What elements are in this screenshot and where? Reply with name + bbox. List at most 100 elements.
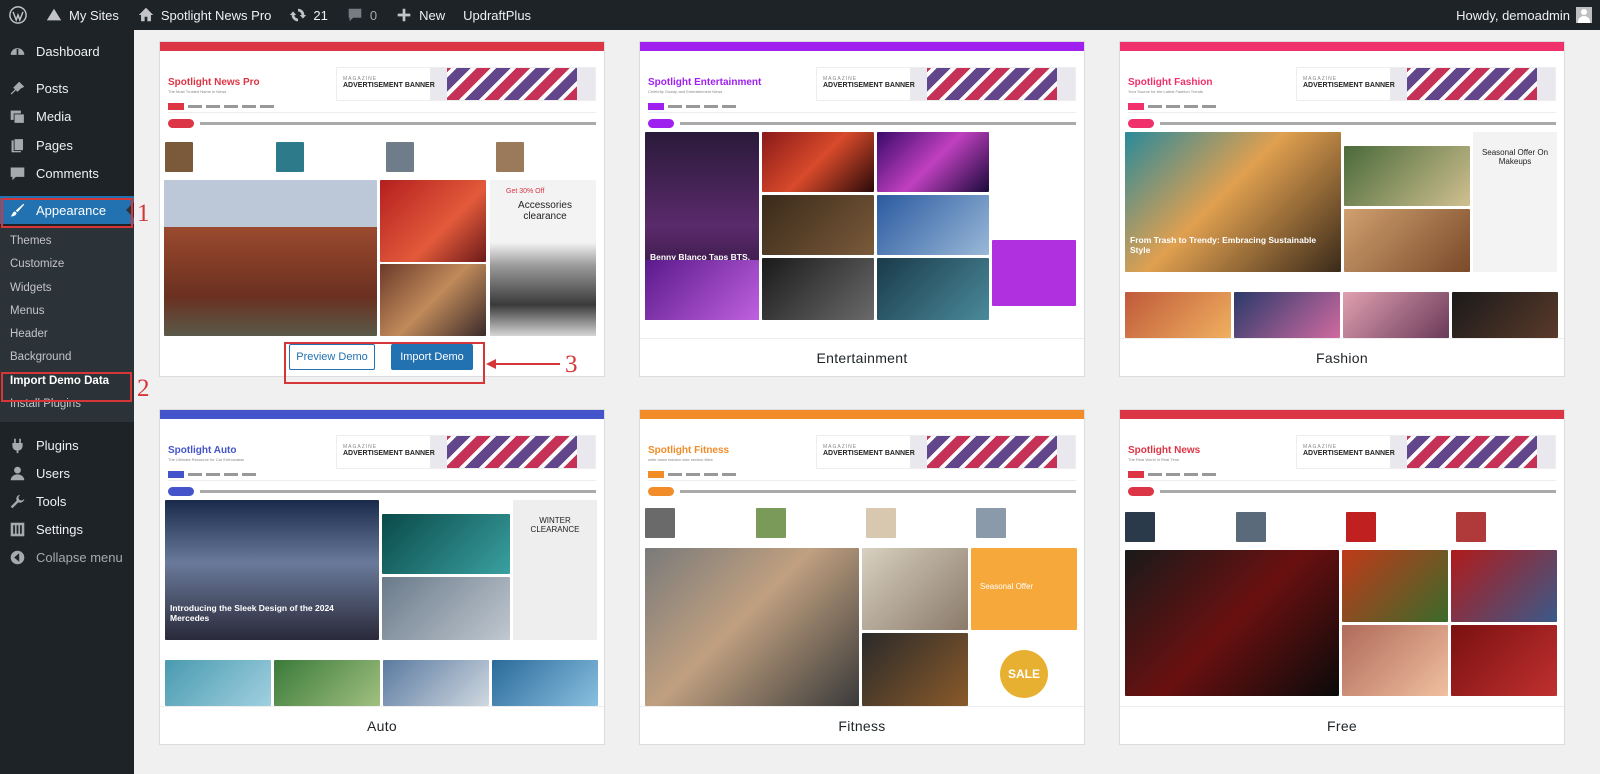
submenu-customize[interactable]: Customize xyxy=(10,255,64,273)
avatar xyxy=(1576,7,1592,23)
sidebar-item-media[interactable]: Media xyxy=(0,102,134,130)
banner-line2: ADVERTISEMENT BANNER xyxy=(1303,82,1395,89)
demo-tagline: The Ultimate Resource for Car Enthusiast… xyxy=(168,457,245,462)
sidebar-item-users[interactable]: Users xyxy=(0,459,134,487)
promo-accessories: Accessories clearance xyxy=(518,200,572,222)
demo-name-fashion: Fashion xyxy=(1120,338,1564,376)
howdy-label: Howdy, demoadmin xyxy=(1456,7,1570,23)
sidebar-label-plugins: Plugins xyxy=(36,437,79,453)
banner-line2: ADVERTISEMENT BANNER xyxy=(823,82,915,89)
new-content-menu[interactable]: New xyxy=(386,0,454,30)
submenu-menus[interactable]: Menus xyxy=(10,302,45,320)
sidebar-item-pages[interactable]: Pages xyxy=(0,131,134,159)
comments-icon xyxy=(7,163,27,183)
collapse-menu-button[interactable]: Collapse menu xyxy=(0,543,134,571)
account-menu[interactable]: Howdy, demoadmin xyxy=(1447,0,1600,30)
sidebar-label-users: Users xyxy=(36,465,70,481)
featured-headline: Introducing the Sleek Design of the 2024… xyxy=(170,603,334,623)
promo-seasonal-fitness: Seasonal Offer xyxy=(980,582,1034,591)
featured-headline: From Trash to Trendy: Embracing Sustaina… xyxy=(1130,235,1317,255)
sidebar-item-posts[interactable]: Posts xyxy=(0,74,134,102)
sidebar-label-tools: Tools xyxy=(36,493,67,509)
site-name-label: Spotlight News Pro xyxy=(160,7,272,23)
sidebar-item-plugins[interactable]: Plugins xyxy=(0,431,134,459)
comments-menu[interactable]: 0 xyxy=(337,0,386,30)
demo-screenshot-news-pro: Spotlight News Pro The Most Trusted Name… xyxy=(160,42,604,338)
updraftplus-menu[interactable]: UpdraftPlus xyxy=(454,0,540,30)
updates-icon xyxy=(290,8,307,22)
nav-row xyxy=(168,101,596,113)
top-strip xyxy=(160,42,604,51)
home-icon xyxy=(138,7,154,22)
banner-line2: ADVERTISEMENT BANNER xyxy=(1303,450,1395,457)
sidebar-item-settings[interactable]: Settings xyxy=(0,515,134,543)
demo-card-fitness: Spotlight Fitness write down fashion sid… xyxy=(639,409,1085,745)
sidebar-item-comments[interactable]: Comments xyxy=(0,159,134,187)
updraftplus-label: UpdraftPlus xyxy=(463,7,532,23)
demo-card-auto: Spotlight Auto The Ultimate Resource for… xyxy=(159,409,605,745)
demo-name-free: Free xyxy=(1120,706,1564,744)
demo-screenshot-entertainment: Spotlight Entertainment Celebrity Gossip… xyxy=(640,42,1084,338)
settings-sliders-icon xyxy=(7,519,27,539)
ad-banner: MAGAZINE ADVERTISEMENT BANNER xyxy=(816,67,1076,101)
brand-row: Spotlight News Pro The Most Trusted Name… xyxy=(160,51,604,101)
sidebar-label-settings: Settings xyxy=(36,521,83,537)
ad-banner: MAGAZINE ADVERTISEMENT BANNER xyxy=(1296,435,1556,469)
pin-icon xyxy=(7,78,27,98)
demo-tagline: The Real World in Real Time xyxy=(1128,457,1180,462)
submenu-themes[interactable]: Themes xyxy=(10,232,52,250)
submenu-header[interactable]: Header xyxy=(10,325,48,343)
annotation-box-import-demo xyxy=(1,372,132,402)
ad-banner: MAGAZINE ADVERTISEMENT BANNER xyxy=(816,435,1076,469)
demo-name-auto: Auto xyxy=(160,706,604,744)
submenu-widgets[interactable]: Widgets xyxy=(10,279,52,297)
banner-line2: ADVERTISEMENT BANNER xyxy=(343,450,435,457)
demo-card-fashion: Spotlight Fashion Your Source for the La… xyxy=(1119,41,1565,377)
ad-banner: MAGAZINE ADVERTISEMENT BANNER xyxy=(336,435,596,469)
admin-bar: My Sites Spotlight News Pro 21 0 New Upd… xyxy=(0,0,1600,30)
demo-site-title: Spotlight Entertainment xyxy=(648,77,762,88)
sidebar-label-dashboard: Dashboard xyxy=(36,43,100,59)
demo-tagline: Celebrity Gossip and Entertainment News xyxy=(648,89,723,94)
dashboard-icon xyxy=(7,41,27,61)
annotation-arrow xyxy=(486,359,560,369)
demo-card-news-pro: Spotlight News Pro The Most Trusted Name… xyxy=(159,41,605,377)
demo-site-title: Spotlight Fitness xyxy=(648,445,730,456)
demo-screenshot-free: Spotlight News The Real World in Real Ti… xyxy=(1120,410,1564,706)
my-sites-icon xyxy=(46,8,62,21)
plug-icon xyxy=(7,435,27,455)
promo-get30: Get 30% Off xyxy=(506,188,545,195)
sale-badge: SALE xyxy=(1000,650,1048,698)
collapse-menu-label: Collapse menu xyxy=(36,549,123,565)
ticker xyxy=(168,115,596,131)
annotation-box-import-button xyxy=(284,342,485,384)
demo-tagline: write down fashion side section titles xyxy=(648,457,713,462)
ad-banner: MAGAZINE ADVERTISEMENT BANNER xyxy=(1296,67,1556,101)
demo-tagline: The Most Trusted Name in News xyxy=(168,89,227,94)
demo-name-fitness: Fitness xyxy=(640,706,1084,744)
site-name-menu[interactable]: Spotlight News Pro xyxy=(128,0,281,30)
promo-seasonal: Seasonal Offer On Makeups xyxy=(1481,148,1549,166)
sidebar-label-comments: Comments xyxy=(36,165,99,181)
demo-card-entertainment: Spotlight Entertainment Celebrity Gossip… xyxy=(639,41,1085,377)
banner-line2: ADVERTISEMENT BANNER xyxy=(343,82,435,89)
sidebar-label-pages: Pages xyxy=(36,137,73,153)
sidebar-item-tools[interactable]: Tools xyxy=(0,487,134,515)
updates-menu[interactable]: 21 xyxy=(280,0,336,30)
annotation-step-2: 2 xyxy=(137,375,150,402)
sidebar-label-media: Media xyxy=(36,108,72,124)
demo-card-free: Spotlight News The Real World in Real Ti… xyxy=(1119,409,1565,745)
plus-icon xyxy=(397,8,411,22)
demo-name-entertainment: Entertainment xyxy=(640,338,1084,376)
my-sites-menu[interactable]: My Sites xyxy=(36,0,128,30)
media-icon xyxy=(7,106,27,126)
submenu-background[interactable]: Background xyxy=(10,348,71,366)
demo-tagline: Your Source for the Latest Fashion Trend… xyxy=(1128,89,1204,94)
comments-count: 0 xyxy=(369,7,378,23)
promo-winter: WINTER CLEARANCE xyxy=(530,516,580,534)
wordpress-logo-icon[interactable] xyxy=(0,0,36,30)
sidebar-item-dashboard[interactable]: Dashboard xyxy=(0,37,134,65)
ad-banner: MAGAZINE ADVERTISEMENT BANNER xyxy=(336,67,596,101)
demo-site-title: Spotlight News Pro xyxy=(168,77,260,88)
demo-site-title: Spotlight News xyxy=(1128,445,1201,456)
